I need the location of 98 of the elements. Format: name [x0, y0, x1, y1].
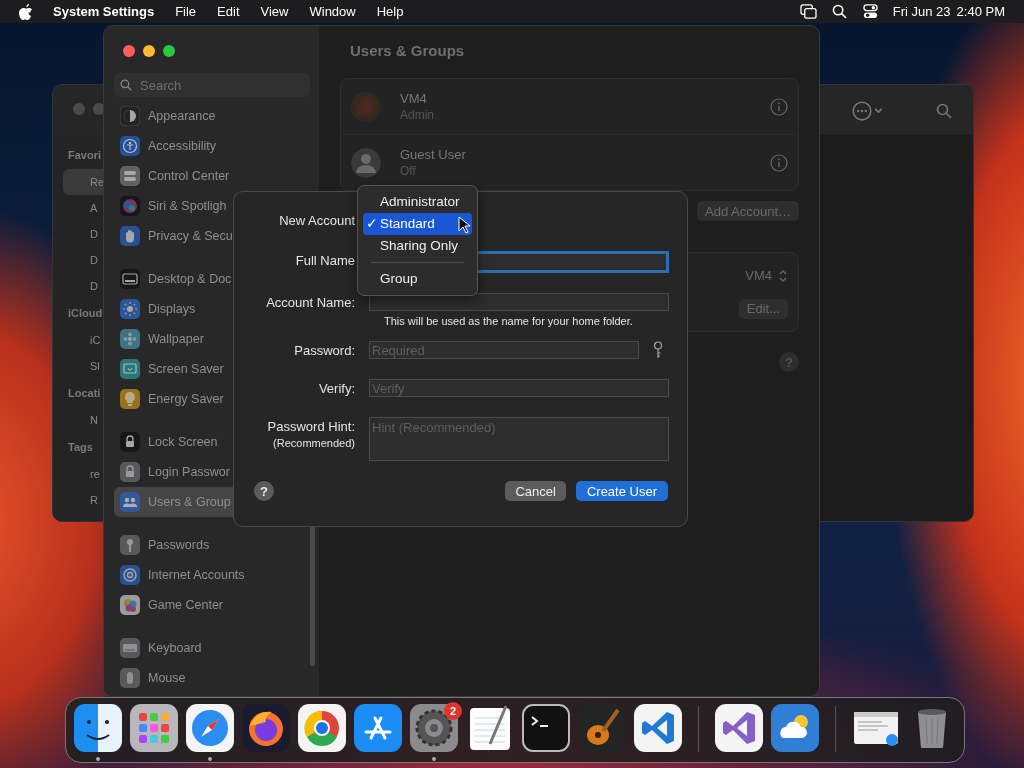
field-label: Verify: [318, 381, 355, 396]
people-icon [120, 492, 140, 512]
menu-option[interactable]: ✓ Standard [363, 213, 472, 235]
menu-item[interactable]: Help [376, 4, 404, 19]
page-title: Users & Groups [350, 42, 466, 59]
flower-icon [120, 329, 140, 349]
mouse-icon [120, 668, 140, 688]
control-center-icon[interactable] [861, 4, 879, 19]
menu-item[interactable]: Window [309, 4, 356, 19]
toggles-icon [120, 166, 140, 186]
sidebar-heading: Favori [68, 149, 101, 161]
pointer-icon [458, 216, 470, 234]
sidebar-item[interactable]: A [90, 195, 98, 221]
screen-mirroring-icon[interactable] [799, 4, 817, 19]
menu-option[interactable]: Sharing Only [363, 235, 472, 257]
menu-option[interactable]: Group [363, 268, 472, 290]
guitar-icon[interactable] [578, 704, 626, 752]
notification-badge: 2 [444, 702, 462, 720]
add-account-button[interactable]: Add Account… [697, 201, 799, 221]
sidebar-heading: Tags [68, 441, 93, 453]
field-label: Password Hint: [267, 419, 355, 434]
sidebar-item[interactable]: R [90, 487, 98, 513]
sidebar-heading: iCloud [68, 307, 103, 319]
hint-text: This will be used as the name for your home folder. [384, 315, 634, 327]
sidebar-item[interactable]: Control Center [114, 161, 310, 191]
info-icon[interactable] [770, 97, 788, 116]
create-user-button[interactable]: Create User [575, 481, 668, 501]
ring-icon [120, 565, 140, 585]
terminal-icon[interactable] [522, 704, 570, 752]
popup-value[interactable]: VM4 [745, 268, 772, 283]
person-silhouette-icon [351, 147, 381, 178]
screen-icon [120, 269, 140, 289]
more-options-icon[interactable] [851, 100, 884, 122]
time-text[interactable]: 2:40 PM [956, 4, 1005, 19]
orb-icon [120, 196, 140, 216]
user-name: Guest User [400, 147, 466, 162]
sun-icon [120, 299, 140, 319]
field-label: Account Name: [266, 295, 355, 310]
sidebar-item[interactable]: Mouse [114, 663, 310, 693]
key-icon [120, 535, 140, 555]
zoom-icon[interactable] [163, 45, 175, 57]
sidebar-item[interactable]: Internet Accounts [114, 560, 310, 590]
a-strokes-icon[interactable] [354, 704, 402, 752]
search-icon [120, 79, 132, 91]
apple-logo-icon[interactable] [19, 3, 33, 20]
sidebar-item[interactable]: Appearance [114, 101, 310, 131]
gear-icon[interactable] [410, 704, 458, 752]
sidebar-item[interactable]: Sl [90, 353, 100, 379]
user-name: VM4 [400, 91, 428, 106]
app-grid-icon[interactable] [130, 704, 178, 752]
flame-globe-icon[interactable] [242, 704, 290, 752]
sidebar-item[interactable]: D [90, 247, 98, 273]
date-text[interactable]: Fri Jun 23 [892, 4, 951, 19]
app-menu[interactable]: System Settings [53, 4, 155, 19]
menu-item[interactable]: Edit [217, 4, 240, 19]
screen-icon [120, 359, 140, 379]
search-field[interactable]: Search [114, 73, 310, 97]
compass-icon[interactable] [186, 704, 234, 752]
stepper-icon[interactable] [778, 267, 788, 284]
edit-button[interactable]: Edit... [738, 298, 788, 319]
bulb-icon [120, 389, 140, 409]
sidebar-item[interactable]: N [90, 407, 98, 433]
sidebar-item[interactable]: Passwords [114, 530, 310, 560]
input-field[interactable] [369, 293, 669, 311]
field-sublabel: (Recommended) [273, 437, 355, 449]
menu-item[interactable]: File [175, 4, 197, 19]
field-label: Password: [294, 343, 355, 358]
sidebar-item[interactable]: D [90, 221, 98, 247]
cloud-sun-icon[interactable] [771, 704, 819, 752]
sidebar-item[interactable]: re [90, 461, 100, 487]
help-button[interactable]: ? [254, 481, 274, 501]
sidebar-item[interactable]: Re [63, 169, 103, 195]
sidebar-item[interactable]: iC [90, 327, 101, 353]
ribbon-logo-icon[interactable] [634, 704, 682, 752]
smiling-face-icon[interactable] [74, 704, 122, 752]
lock-icon [120, 432, 140, 452]
key-icon[interactable] [653, 341, 663, 359]
bubbles-icon [120, 595, 140, 615]
menu-option[interactable]: Administrator [363, 191, 472, 213]
minimize-icon[interactable] [143, 45, 155, 57]
infinity-ribbon-icon[interactable] [715, 704, 763, 752]
sidebar-item[interactable]: D [90, 273, 98, 299]
field-label: New Account [279, 212, 355, 228]
accessibility-icon [120, 136, 140, 156]
cancel-button[interactable]: Cancel [505, 481, 566, 501]
info-icon[interactable] [770, 153, 788, 172]
close-icon[interactable] [123, 45, 135, 57]
menu-item[interactable]: View [260, 4, 289, 19]
sidebar-heading: Locati [68, 387, 101, 399]
sidebar-item[interactable]: Game Center [114, 590, 310, 620]
keyboard-icon [120, 638, 140, 658]
avatar-photo-placeholder [351, 91, 381, 122]
field-label: Full Name [295, 253, 355, 268]
lock-icon [120, 462, 140, 482]
sidebar-item[interactable]: Accessibility [114, 131, 310, 161]
hand-icon [120, 226, 140, 246]
search-icon[interactable] [830, 4, 848, 19]
sidebar-item[interactable]: Keyboard [114, 633, 310, 663]
